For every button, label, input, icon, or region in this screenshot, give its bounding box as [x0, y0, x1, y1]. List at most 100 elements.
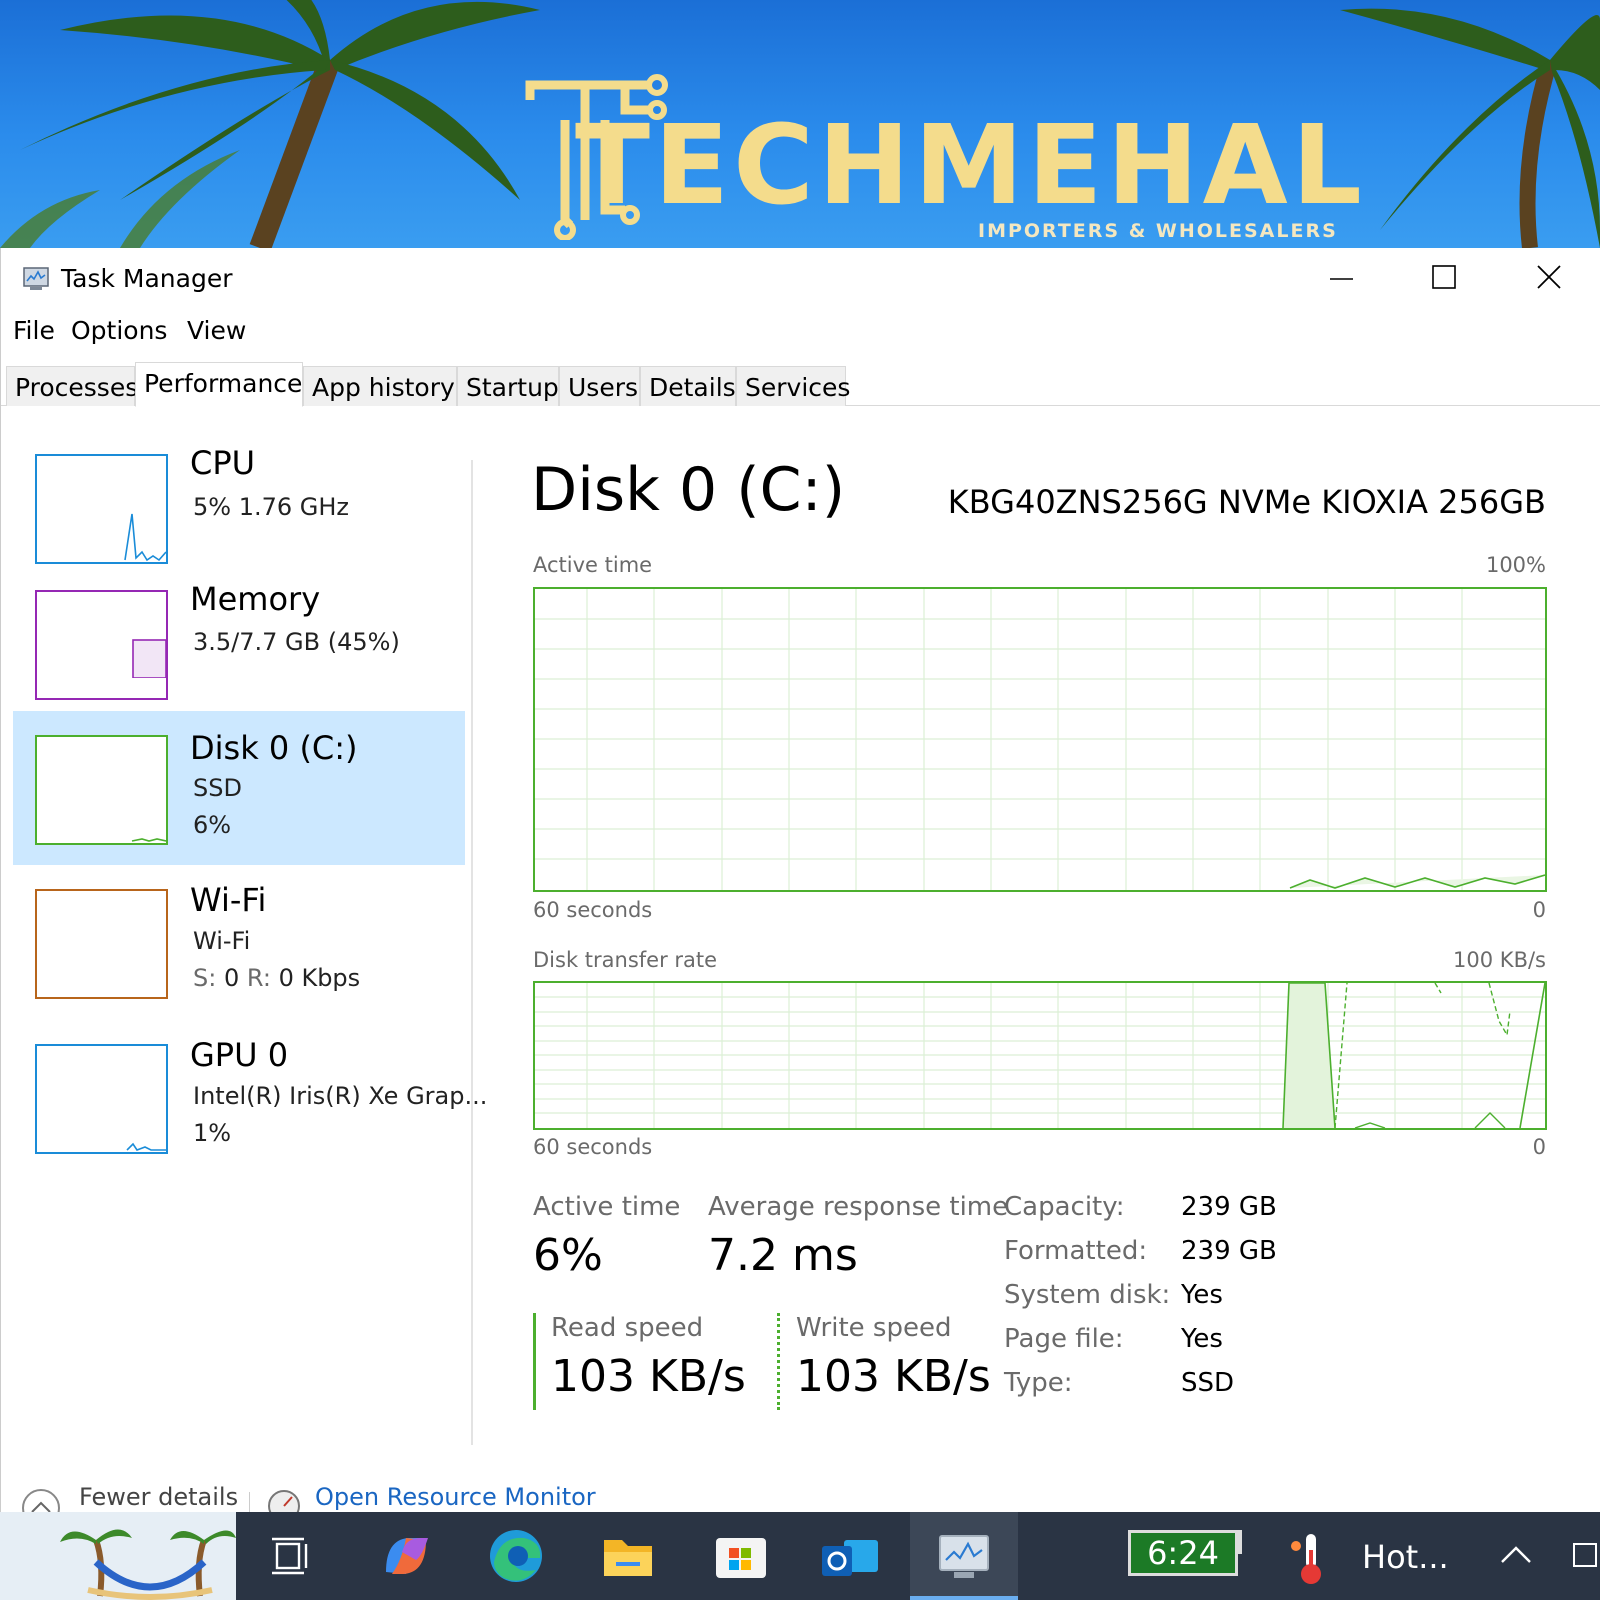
weather-text[interactable]: Hot...: [1362, 1538, 1449, 1576]
taskbar-store-button[interactable]: [690, 1512, 790, 1600]
thermometer-weather-icon: [1291, 1534, 1321, 1584]
show-hidden-icons-chevron-icon[interactable]: [1496, 1540, 1536, 1570]
prop-page-file-value: Yes: [1181, 1324, 1223, 1354]
disk-model: KBG40ZNS256G NVMe KIOXIA 256GB: [947, 483, 1546, 521]
tab-users[interactable]: Users: [559, 366, 640, 406]
header-banner: TECHMEHAL IMPORTERS & WHOLESALERS: [0, 0, 1600, 248]
menu-bar: File Options View: [1, 308, 1600, 350]
sidebar-item-disk[interactable]: Disk 0 (C:) SSD 6%: [13, 711, 465, 865]
tab-bar: Processes Performance App history Startu…: [1, 358, 1600, 407]
stat-active-time-label: Active time: [533, 1192, 681, 1222]
active-time-chart-label: Active time: [533, 553, 653, 577]
stat-active-time-value: 6%: [533, 1230, 603, 1281]
disk-heading: Disk 0 (C:): [531, 455, 846, 525]
disk-graph-line: [131, 838, 167, 842]
wifi-send-value: 0: [223, 964, 240, 992]
stat-avg-response-value: 7.2 ms: [708, 1230, 858, 1281]
window-title: Task Manager: [61, 264, 233, 293]
copilot-icon: [386, 1538, 428, 1574]
maximize-button[interactable]: [1393, 248, 1493, 308]
prop-system-disk-label: System disk:: [1004, 1280, 1171, 1310]
disk-usage: 6%: [193, 811, 232, 839]
close-button[interactable]: [1498, 248, 1598, 308]
taskbar-edge-button[interactable]: [466, 1512, 566, 1600]
minimize-button[interactable]: [1291, 248, 1391, 308]
gpu-title: GPU 0: [190, 1036, 289, 1074]
active-time-chart-xright: 0: [1532, 898, 1546, 922]
prop-type-label: Type:: [1004, 1368, 1073, 1398]
active-time-chart-xleft: 60 seconds: [533, 898, 653, 922]
disk-thumbnail-graph: [35, 735, 168, 845]
disk-type: SSD: [193, 774, 242, 802]
taskbar-overflow-icon[interactable]: [1570, 1540, 1600, 1570]
tab-processes[interactable]: Processes: [6, 366, 138, 406]
wifi-thumbnail-graph: [35, 889, 168, 999]
disk-title: Disk 0 (C:): [190, 729, 358, 767]
prop-capacity-label: Capacity:: [1004, 1192, 1125, 1222]
sidebar-divider: [471, 460, 473, 1445]
write-speed-legend-bar: [777, 1313, 780, 1410]
prop-type-value: SSD: [1181, 1368, 1235, 1398]
prop-system-disk-value: Yes: [1181, 1280, 1223, 1310]
memory-thumbnail-graph: [35, 590, 168, 700]
logo-text: TECHMEHAL: [575, 101, 1366, 229]
menu-view[interactable]: View: [187, 316, 246, 345]
prop-formatted-value: 239 GB: [1181, 1236, 1277, 1266]
menu-file[interactable]: File: [13, 316, 55, 345]
gpu-graph-line: [126, 1142, 166, 1151]
active-time-chart-max: 100%: [1485, 553, 1546, 577]
active-app-indicator: [910, 1596, 1018, 1600]
stat-write-speed-label: Write speed: [796, 1313, 952, 1343]
wifi-throughput: S: 0 R: 0 Kbps: [193, 964, 360, 992]
prop-page-file-label: Page file:: [1004, 1324, 1124, 1354]
battery-clock-widget[interactable]: 6:24: [1128, 1530, 1238, 1576]
memory-usage: 3.5/7.7 GB (45%): [193, 628, 400, 656]
hammock-palm-icon: [60, 1529, 236, 1600]
task-view-icon: [272, 1537, 308, 1575]
stat-avg-response-label: Average response time: [708, 1192, 1009, 1222]
fewer-details-link[interactable]: Fewer details: [79, 1483, 238, 1511]
menu-options[interactable]: Options: [71, 316, 167, 345]
read-speed-legend-bar: [533, 1313, 536, 1410]
task-manager-window: Task Manager File Options View Processes…: [0, 248, 1600, 1527]
gpu-thumbnail-graph: [35, 1044, 168, 1154]
sidebar-item-cpu[interactable]: CPU 5% 1.76 GHz: [13, 444, 465, 602]
taskbar: [0, 1512, 1600, 1600]
resource-sidebar: CPU 5% 1.76 GHz Memory 3.5/7.7 GB (45%) …: [1, 444, 487, 1448]
stat-write-speed-value: 103 KB/s: [796, 1351, 991, 1402]
cpu-graph-line: [124, 513, 167, 562]
stat-read-speed-label: Read speed: [551, 1313, 704, 1343]
logo-subtitle: IMPORTERS & WHOLESALERS: [978, 220, 1338, 242]
transfer-rate-chart-xright: 0: [1532, 1135, 1546, 1159]
tab-app-history[interactable]: App history: [303, 366, 457, 406]
transfer-rate-chart-xleft: 60 seconds: [533, 1135, 653, 1159]
cpu-title: CPU: [190, 444, 256, 482]
transfer-rate-chart: [533, 981, 1547, 1130]
outlook-icon: [822, 1540, 878, 1576]
wifi-recv-label: R:: [246, 964, 271, 992]
transfer-rate-chart-max: 100 KB/s: [1453, 948, 1546, 972]
taskbar-copilot-button[interactable]: [356, 1512, 456, 1600]
active-time-chart: [533, 587, 1547, 892]
tab-services[interactable]: Services: [736, 366, 850, 406]
wifi-send-label: S:: [193, 964, 217, 992]
tab-startup[interactable]: Startup: [457, 366, 559, 406]
palm-tree-left-image: [0, 0, 540, 248]
minimize-icon: [1330, 278, 1353, 280]
prop-formatted-label: Formatted:: [1004, 1236, 1148, 1266]
taskbar-task-manager-button[interactable]: [910, 1512, 1018, 1600]
cpu-usage: 5% 1.76 GHz: [193, 493, 350, 521]
maximize-icon: [1432, 265, 1456, 289]
taskbar-outlook-button[interactable]: [800, 1512, 900, 1600]
tab-performance[interactable]: Performance: [135, 362, 303, 407]
taskbar-task-view-button[interactable]: [242, 1512, 342, 1600]
edge-browser-icon: [490, 1530, 542, 1582]
gpu-model: Intel(R) Iris(R) Xe Grap...: [193, 1082, 488, 1110]
taskbar-file-explorer-button[interactable]: [578, 1512, 678, 1600]
open-resource-monitor-link[interactable]: Open Resource Monitor: [315, 1483, 596, 1511]
title-bar[interactable]: Task Manager: [1, 248, 1600, 308]
sidebar-item-wifi[interactable]: Wi-Fi Wi-Fi S: 0 R: 0 Kbps: [13, 881, 465, 1035]
taskbar-widget-thumbnail[interactable]: [0, 1512, 236, 1600]
tab-details[interactable]: Details: [640, 366, 736, 406]
sidebar-item-gpu[interactable]: GPU 0 Intel(R) Iris(R) Xe Grap... 1%: [13, 1036, 487, 1190]
